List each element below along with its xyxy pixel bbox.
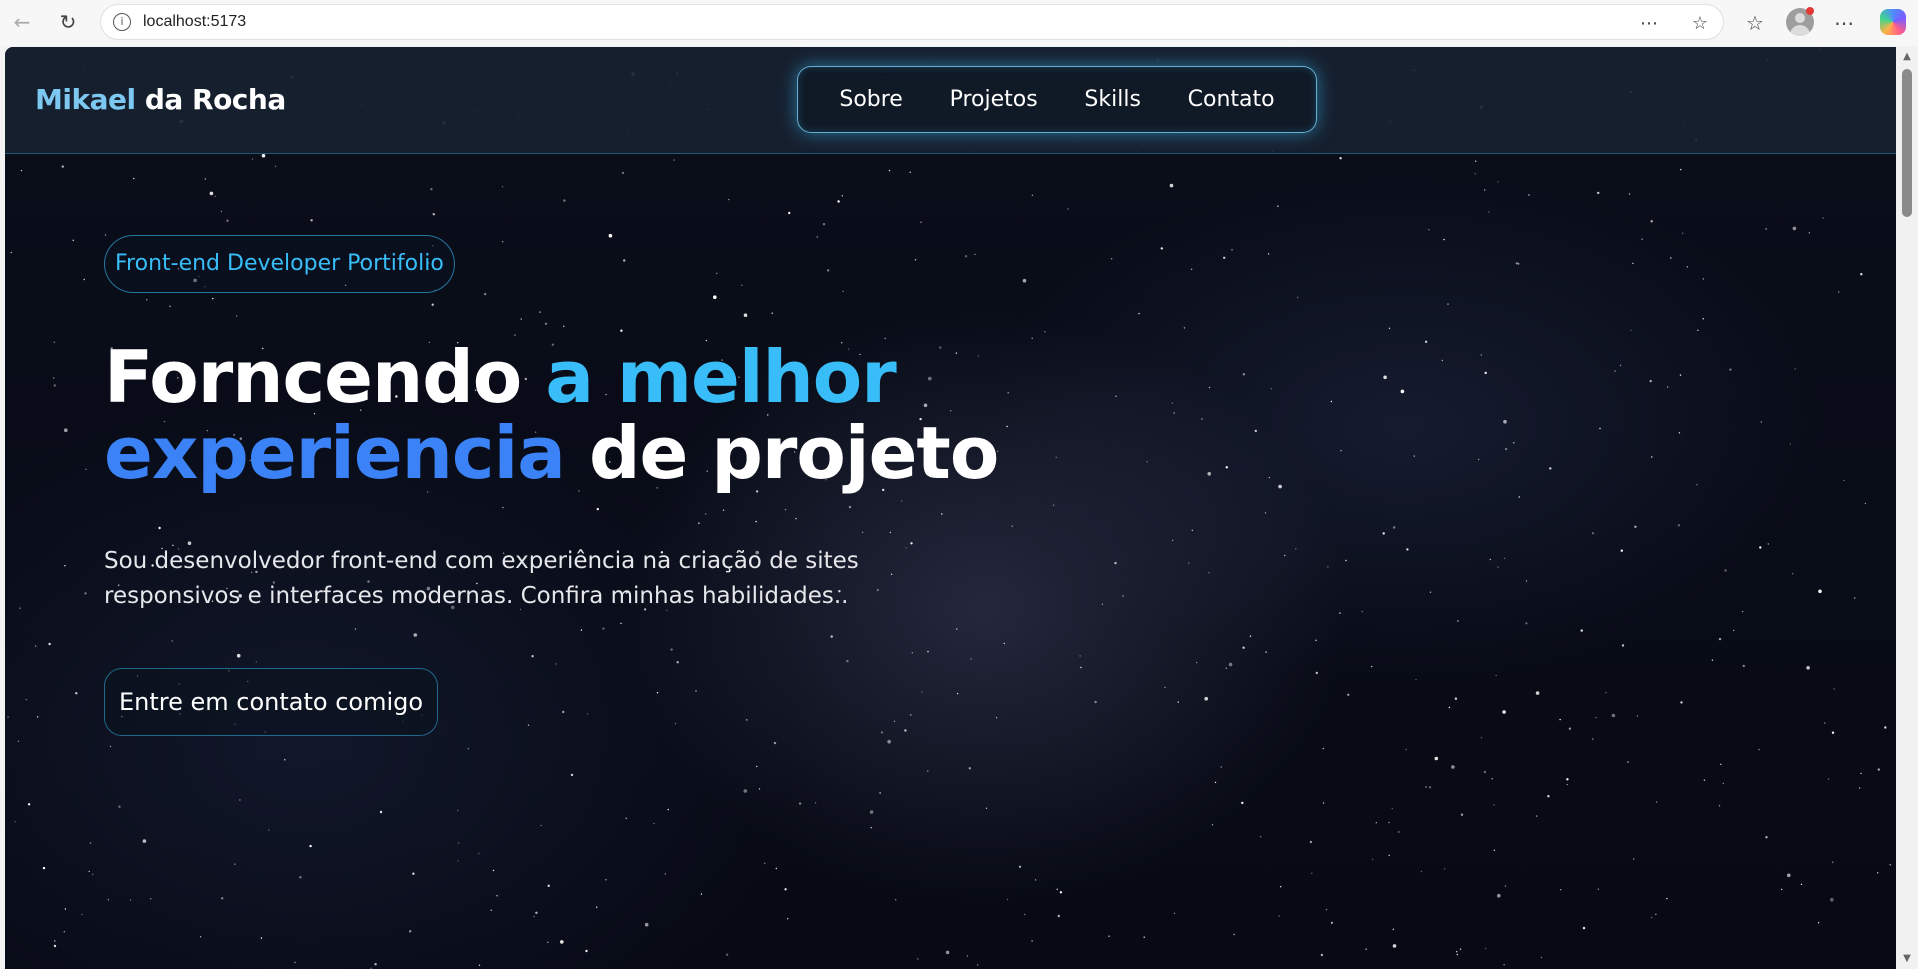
contact-button[interactable]: Entre em contato comigo: [104, 668, 439, 736]
star-icon[interactable]: ☆: [1689, 13, 1711, 35]
logo-last-name: da Rocha: [135, 83, 286, 116]
menu-item-sobre[interactable]: Sobre: [839, 87, 903, 112]
title-part-1: Forncendo: [104, 335, 546, 419]
reload-icon[interactable]: ↻: [56, 10, 80, 34]
reader-mode-icon[interactable]: ⋯: [1638, 13, 1660, 35]
menu-item-contato[interactable]: Contato: [1188, 87, 1275, 112]
scroll-up-icon[interactable]: ▲: [1901, 51, 1913, 63]
title-highlight-2: experiencia: [104, 411, 566, 495]
browser-toolbar: ← ↻ i localhost:5173 ⋯ ☆ ☆ ⋯: [0, 0, 1918, 46]
title-part-4: de projeto: [564, 411, 999, 495]
info-icon[interactable]: i: [113, 13, 131, 31]
site-header: Mikael da Rocha Sobre Projetos Skills Co…: [5, 47, 1896, 154]
hero-title: Forncendo a melhor experiencia de projet…: [104, 339, 1104, 491]
notification-dot: [1806, 7, 1814, 15]
favorites-icon[interactable]: ☆: [1742, 10, 1768, 36]
title-highlight-1: a melhor: [545, 335, 896, 419]
url-text[interactable]: localhost:5173: [143, 13, 246, 31]
page-viewport: Mikael da Rocha Sobre Projetos Skills Co…: [5, 47, 1896, 969]
scrollbar[interactable]: ▲ ▼: [1896, 47, 1918, 969]
menu-item-projetos[interactable]: Projetos: [950, 87, 1038, 112]
address-bar[interactable]: i localhost:5173 ⋯ ☆: [100, 4, 1724, 40]
main-menu: Sobre Projetos Skills Contato: [797, 66, 1317, 133]
starfield-background: [7, 47, 1896, 969]
hero-description: Sou desenvolvedor front-end com experiên…: [104, 548, 859, 609]
back-arrow-icon[interactable]: ←: [10, 10, 34, 34]
more-icon[interactable]: ⋯: [1831, 10, 1857, 36]
menu-item-skills[interactable]: Skills: [1084, 87, 1141, 112]
site-logo[interactable]: Mikael da Rocha: [35, 83, 286, 116]
scrollbar-thumb[interactable]: [1902, 69, 1912, 217]
logo-first-name: Mikael: [35, 83, 136, 116]
copilot-icon[interactable]: [1880, 9, 1906, 35]
scroll-down-icon[interactable]: ▼: [1901, 953, 1913, 965]
hero-badge: Front-end Developer Portifolio: [104, 235, 455, 293]
